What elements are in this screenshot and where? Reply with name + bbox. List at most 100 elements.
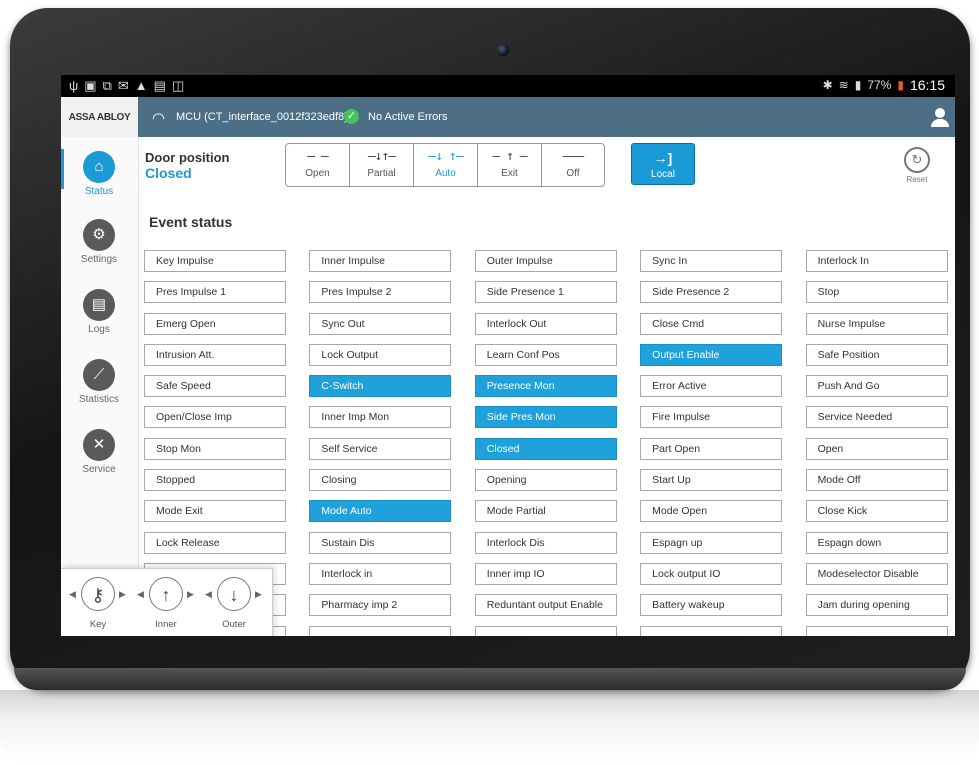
event-status-item: Presence Mon [474, 375, 617, 398]
chart-icon: ⟋ [83, 359, 115, 391]
event-status-item: Pharmacy imp 2 [309, 594, 452, 617]
mode-label: Partial [367, 168, 396, 179]
arrow-down-icon[interactable]: ↓ [217, 577, 251, 611]
battery-percent: 77% [867, 78, 892, 92]
chevron-left-icon: ◀ [69, 589, 76, 599]
event-status-item: Modeselector Disable [805, 562, 948, 585]
mode-selector: – – Open —↓↑— Partial –↓ ↑– Auto – ↑ – E… [285, 143, 605, 187]
event-status-item: Side Presence 2 [640, 281, 783, 304]
event-status-item: Inner Imp Mon [309, 406, 452, 429]
sidebar-item-label: Settings [80, 254, 118, 265]
event-status-item: Start Up [640, 469, 783, 492]
sidebar-item-service[interactable]: ✕ Service [61, 421, 137, 489]
sidebar-item-label: Statistics [78, 394, 119, 405]
sidebar-item-statistics[interactable]: ⟋ Statistics [61, 351, 137, 419]
event-status-item: Push And Go [805, 375, 948, 398]
mode-label: Off [566, 168, 580, 179]
mode-off-icon: ——— [562, 149, 584, 164]
key-impulse-control[interactable]: ◀ ⚷ ▶ Key [65, 575, 135, 635]
gears-icon: ⚙ [83, 219, 115, 251]
mode-label: Auto [435, 168, 456, 179]
tablet-frame: ψ ▣ ⧉ ✉ ▲ ▤ ◫ ✱ ≋ ▮ 77% ▮ 16:15 ASSA ABL… [10, 8, 970, 690]
tablet-bottom-edge [14, 668, 966, 690]
event-status-item: Pres Impulse 1 [144, 281, 286, 304]
android-status-bar: ψ ▣ ⧉ ✉ ▲ ▤ ◫ ✱ ≋ ▮ 77% ▮ 16:15 [61, 75, 955, 97]
chevron-left-icon: ◀ [205, 589, 212, 599]
wifi-status-icon: ≋ [838, 78, 849, 92]
signal-icon: ▮ [854, 78, 862, 92]
event-status-item [805, 625, 948, 636]
event-status-item: Key Impulse [144, 250, 286, 272]
door-position-value: Closed [145, 165, 192, 181]
event-status-item: Battery wakeup [640, 594, 783, 617]
event-status-item: Interlock In [805, 250, 948, 272]
sidebar-item-label: Service [82, 464, 116, 475]
mode-off-button[interactable]: ——— Off [542, 144, 604, 186]
bag-icon: ◫ [171, 78, 185, 93]
tablet-reflection [0, 690, 979, 765]
tools-icon: ✕ [83, 429, 115, 461]
impulse-panel: ◀ ⚷ ▶ Key ◀ ↑ ▶ Inner ◀ ↓ ▶ Outer [61, 568, 273, 636]
reset-icon: ↻ [904, 147, 930, 173]
outer-impulse-control[interactable]: ◀ ↓ ▶ Outer [201, 575, 271, 635]
event-status-title: Event status [149, 214, 233, 230]
local-button[interactable]: →] Local [631, 143, 695, 185]
clipboard-icon: ▤ [153, 78, 166, 93]
event-status-item: Side Pres Mon [474, 406, 617, 429]
usb-icon: ψ [69, 78, 79, 93]
sidebar-item-settings[interactable]: ⚙ Settings [61, 211, 137, 279]
event-status-item: Safe Speed [144, 375, 286, 398]
chevron-left-icon: ◀ [137, 589, 144, 599]
connection-label[interactable]: MCU (CT_interface_0012f323edf8) [176, 111, 348, 123]
login-arrow-icon: →] [653, 150, 673, 166]
battery-icon: ▮ [897, 78, 904, 92]
event-status-item: Mode Auto [309, 500, 452, 523]
bluetooth-icon: ✱ [822, 78, 833, 92]
event-status-item: Lock Output [309, 343, 452, 366]
sidebar-item-label: Logs [88, 324, 110, 335]
event-status-item: Stopped [144, 469, 286, 492]
camera-icon [497, 44, 509, 56]
event-status-item [640, 625, 783, 636]
event-status-item: Stop [805, 281, 948, 304]
chevron-right-icon: ▶ [255, 589, 262, 599]
check-circle-icon: ✓ [344, 109, 359, 124]
mode-auto-button[interactable]: –↓ ↑– Auto [414, 144, 478, 186]
user-icon[interactable] [928, 106, 952, 128]
event-status-item: Learn Conf Pos [474, 343, 617, 366]
reset-label: Reset [906, 175, 928, 184]
screenshot-icon: ⧉ [102, 78, 112, 93]
event-status-item: Outer Impulse [474, 250, 617, 272]
sidebar-item-status[interactable]: ⌂ Status [61, 143, 137, 211]
key-icon[interactable]: ⚷ [81, 577, 115, 611]
sidebar-item-logs[interactable]: ▤ Logs [61, 281, 137, 349]
mode-exit-button[interactable]: – ↑ – Exit [478, 144, 542, 186]
gallery-icon: ▣ [84, 78, 97, 93]
sidebar-item-label: Status [84, 186, 114, 197]
event-status-item: Inner Impulse [309, 250, 452, 272]
arrow-up-icon[interactable]: ↑ [149, 577, 183, 611]
clock: 16:15 [909, 77, 945, 93]
reset-button[interactable]: ↻ Reset [899, 147, 935, 184]
event-status-item: Interlock in [309, 562, 452, 585]
event-status-item: Fire Impulse [640, 406, 783, 429]
event-status-item: Close Kick [805, 500, 948, 523]
event-status-item: Open [805, 437, 948, 460]
mail-icon: ✉ [117, 78, 129, 93]
mode-partial-button[interactable]: —↓↑— Partial [350, 144, 414, 186]
event-status-item: Jam during opening [805, 594, 948, 617]
mode-open-button[interactable]: – – Open [286, 144, 350, 186]
warning-icon: ▲ [134, 78, 148, 93]
event-status-item: C-Switch [309, 375, 452, 398]
event-status-item: Intrusion Att. [144, 343, 286, 366]
mode-open-icon: – – [307, 149, 328, 164]
event-status-item: Nurse Impulse [805, 312, 948, 335]
inner-impulse-control[interactable]: ◀ ↑ ▶ Inner [133, 575, 203, 635]
event-status-item: Sync Out [309, 312, 452, 335]
event-status-item: Espagn up [640, 531, 783, 554]
event-status-item: Opening [474, 469, 617, 492]
event-status-item: Error Active [640, 375, 783, 398]
event-status-item: Sync In [640, 250, 783, 272]
notification-icons: ψ ▣ ⧉ ✉ ▲ ▤ ◫ [69, 78, 184, 94]
event-status-item: Pres Impulse 2 [309, 281, 452, 304]
